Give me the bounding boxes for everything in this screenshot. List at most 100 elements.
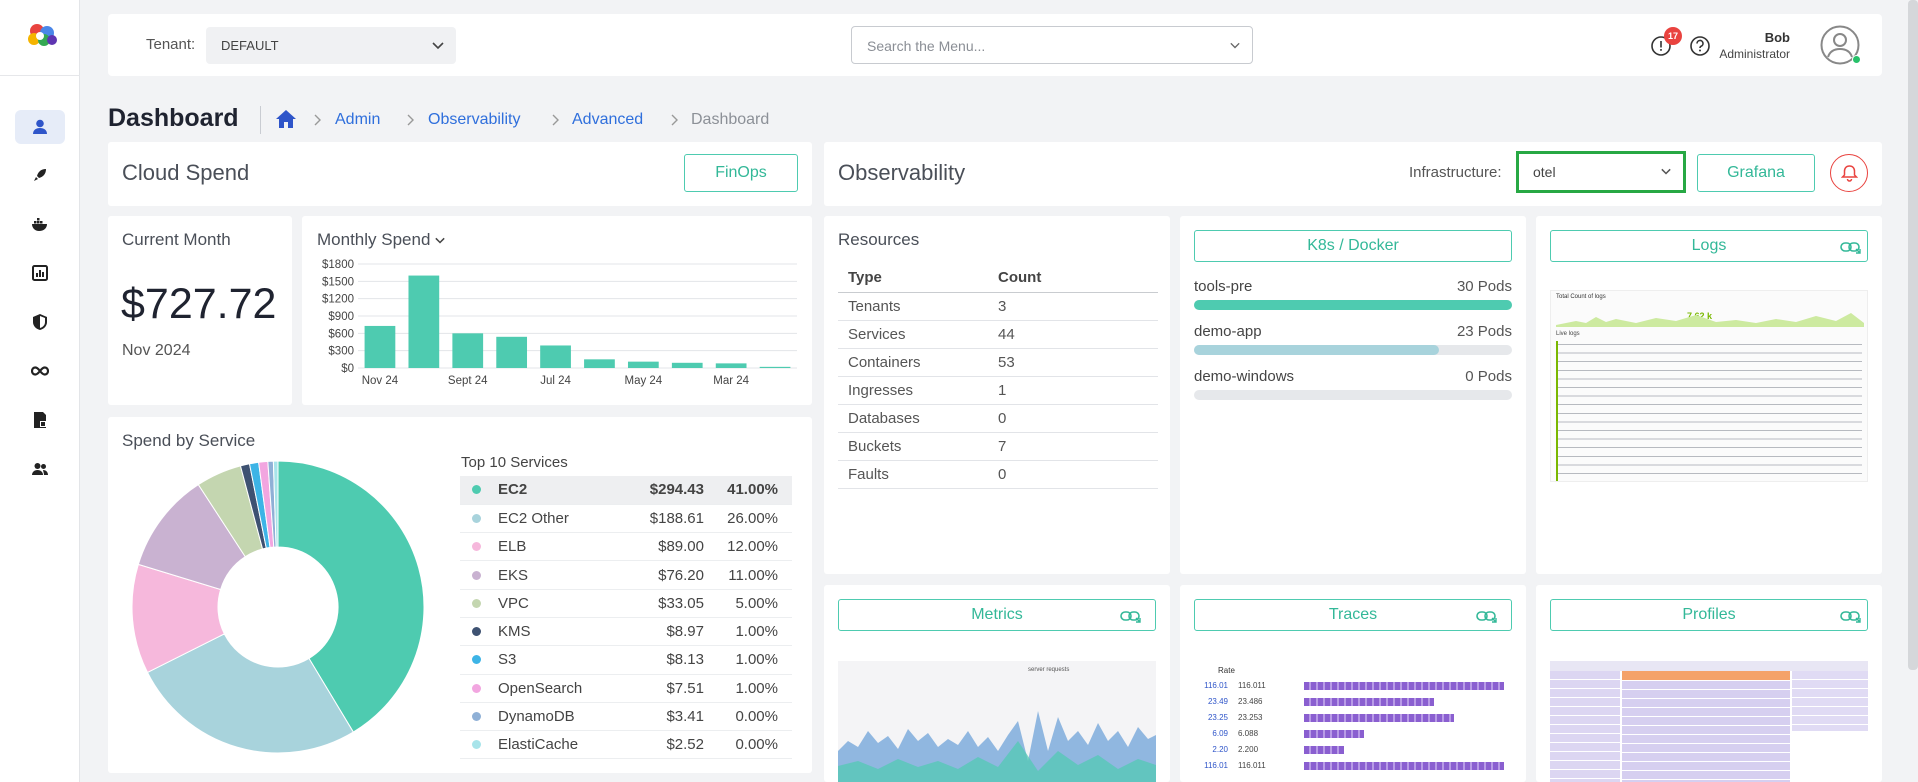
x-tick-label: May 24	[624, 375, 662, 387]
trace-rate-value: 116.011	[1238, 761, 1266, 770]
bar-nov-24	[364, 325, 396, 368]
service-amount: $89.00	[626, 532, 718, 562]
pod-bar-track	[1194, 390, 1512, 400]
service-name: ELB	[498, 532, 626, 562]
alerts-bell-button[interactable]	[1830, 154, 1868, 192]
service-color-dot	[472, 485, 481, 495]
k8s-docker-button[interactable]: K8s / Docker	[1194, 230, 1512, 262]
breadcrumb-admin[interactable]: Admin	[335, 111, 380, 129]
infrastructure-select[interactable]: otel	[1516, 151, 1686, 193]
infinity-icon	[31, 366, 49, 376]
y-tick-label: $300	[328, 346, 354, 358]
app-logo[interactable]	[24, 22, 60, 48]
metrics-preview[interactable]: server requests	[838, 661, 1156, 782]
sidebar-item-documents[interactable]	[15, 403, 65, 437]
monthly-spend-dropdown[interactable]: Monthly Spend	[317, 230, 445, 250]
resource-type: Buckets	[838, 432, 988, 461]
service-row[interactable]: ElastiCache $2.52 0.00%	[460, 730, 792, 760]
pod-bar-fill	[1194, 345, 1439, 355]
sidebar-item-user[interactable]	[15, 110, 65, 144]
chevron-down-icon	[432, 42, 444, 50]
flame-row	[1550, 661, 1868, 671]
service-name: EC2 Other	[498, 504, 626, 534]
service-amount: $188.61	[626, 504, 718, 534]
service-row[interactable]: OpenSearch $7.51 1.00%	[460, 674, 792, 703]
external-link-icon[interactable]	[1840, 240, 1862, 254]
home-icon[interactable]	[275, 108, 297, 130]
service-percent: 5.00%	[718, 589, 792, 618]
resources-title: Resources	[838, 230, 920, 249]
spend-by-service-title: Spend by Service	[122, 431, 256, 450]
chevron-right-icon	[314, 114, 321, 126]
sidebar-item-devops[interactable]	[15, 354, 65, 388]
logs-card: Logs Total Count of logs 7.62 k Live log…	[1536, 216, 1882, 574]
logs-button[interactable]: Logs	[1550, 230, 1868, 262]
service-color-dot	[472, 712, 481, 722]
resources-row: Databases 0	[838, 404, 1158, 433]
trace-rate-value: 23.253	[1238, 713, 1263, 722]
sidebar-item-docker[interactable]	[15, 207, 65, 241]
grafana-button[interactable]: Grafana	[1697, 154, 1815, 192]
spend-donut-chart	[131, 460, 425, 754]
service-row[interactable]: ELB $89.00 12.00%	[460, 532, 792, 562]
tenant-select[interactable]: DEFAULT	[206, 27, 456, 64]
bar-aug-24	[496, 336, 528, 368]
alert-count-badge: 17	[1664, 27, 1682, 45]
external-link-icon[interactable]	[1120, 609, 1142, 623]
service-row[interactable]: EC2 Other $188.61 26.00%	[460, 504, 792, 534]
service-row[interactable]: EC2 $294.43 41.00%	[460, 476, 792, 505]
pod-count: 30 Pods	[1456, 278, 1512, 295]
sidebar-item-reports[interactable]	[15, 256, 65, 290]
user-role: Administrator	[1719, 47, 1790, 61]
help-icon[interactable]	[1689, 35, 1711, 57]
sidebar-item-users[interactable]	[15, 452, 65, 486]
breadcrumb-advanced[interactable]: Advanced	[572, 111, 643, 129]
external-link-icon[interactable]	[1476, 609, 1498, 623]
logs-label: Logs	[1691, 237, 1727, 254]
y-tick-label: $1500	[322, 276, 354, 288]
traces-preview[interactable]: Rate 116.01 116.011 23.49 23.486 23.25 23.253…	[1194, 661, 1512, 782]
search-input[interactable]: Search the Menu...	[851, 26, 1253, 64]
trace-rate: 2.20	[1212, 745, 1228, 754]
resources-row: Services 44	[838, 320, 1158, 349]
service-row[interactable]: EKS $76.20 11.00%	[460, 560, 792, 590]
profiles-preview[interactable]	[1550, 661, 1868, 782]
observability-title: Observability	[838, 160, 966, 185]
flame-column	[1622, 681, 1790, 782]
flame-column	[1792, 671, 1868, 731]
traces-button[interactable]: Traces	[1194, 599, 1512, 631]
trace-rate-value: 2.200	[1238, 745, 1259, 754]
logs-preview[interactable]: Total Count of logs 7.62 k Live logs	[1550, 290, 1868, 482]
scrollbar[interactable]	[1908, 0, 1918, 670]
current-month-period: Nov 2024	[122, 342, 191, 359]
trace-rate: 6.09	[1212, 729, 1228, 738]
bar-may-24	[627, 361, 659, 368]
service-dot-cell	[460, 702, 498, 732]
profiles-label: Profiles	[1682, 606, 1736, 623]
service-row[interactable]: S3 $8.13 1.00%	[460, 645, 792, 675]
finops-button[interactable]: FinOps	[684, 154, 798, 192]
sidebar	[0, 0, 80, 782]
breadcrumb-observability[interactable]: Observability	[428, 111, 520, 129]
external-link-icon[interactable]	[1840, 609, 1862, 623]
service-row[interactable]: DynamoDB $3.41 0.00%	[460, 702, 792, 732]
service-dot-cell	[460, 589, 498, 618]
profiles-button[interactable]: Profiles	[1550, 599, 1868, 631]
cloud-spend-header: Cloud Spend FinOps	[108, 142, 812, 206]
service-row[interactable]: VPC $33.05 5.00%	[460, 589, 792, 618]
profiles-card: Profiles	[1536, 585, 1882, 782]
breadcrumb-current: Dashboard	[691, 111, 770, 128]
service-percent: 41.00%	[718, 476, 792, 505]
pod-name: tools-pre	[1194, 278, 1253, 295]
chevron-down-icon	[1230, 42, 1240, 49]
resource-count: 0	[988, 404, 1158, 433]
sidebar-item-security[interactable]	[15, 305, 65, 339]
service-row[interactable]: KMS $8.97 1.00%	[460, 617, 792, 647]
top-services-title: Top 10 Services	[461, 454, 568, 471]
service-percent: 1.00%	[718, 617, 792, 647]
trace-bar	[1304, 746, 1344, 754]
service-percent: 1.00%	[718, 674, 792, 703]
metrics-button[interactable]: Metrics	[838, 599, 1156, 631]
document-icon	[34, 412, 46, 428]
sidebar-item-deploy[interactable]	[15, 158, 65, 192]
